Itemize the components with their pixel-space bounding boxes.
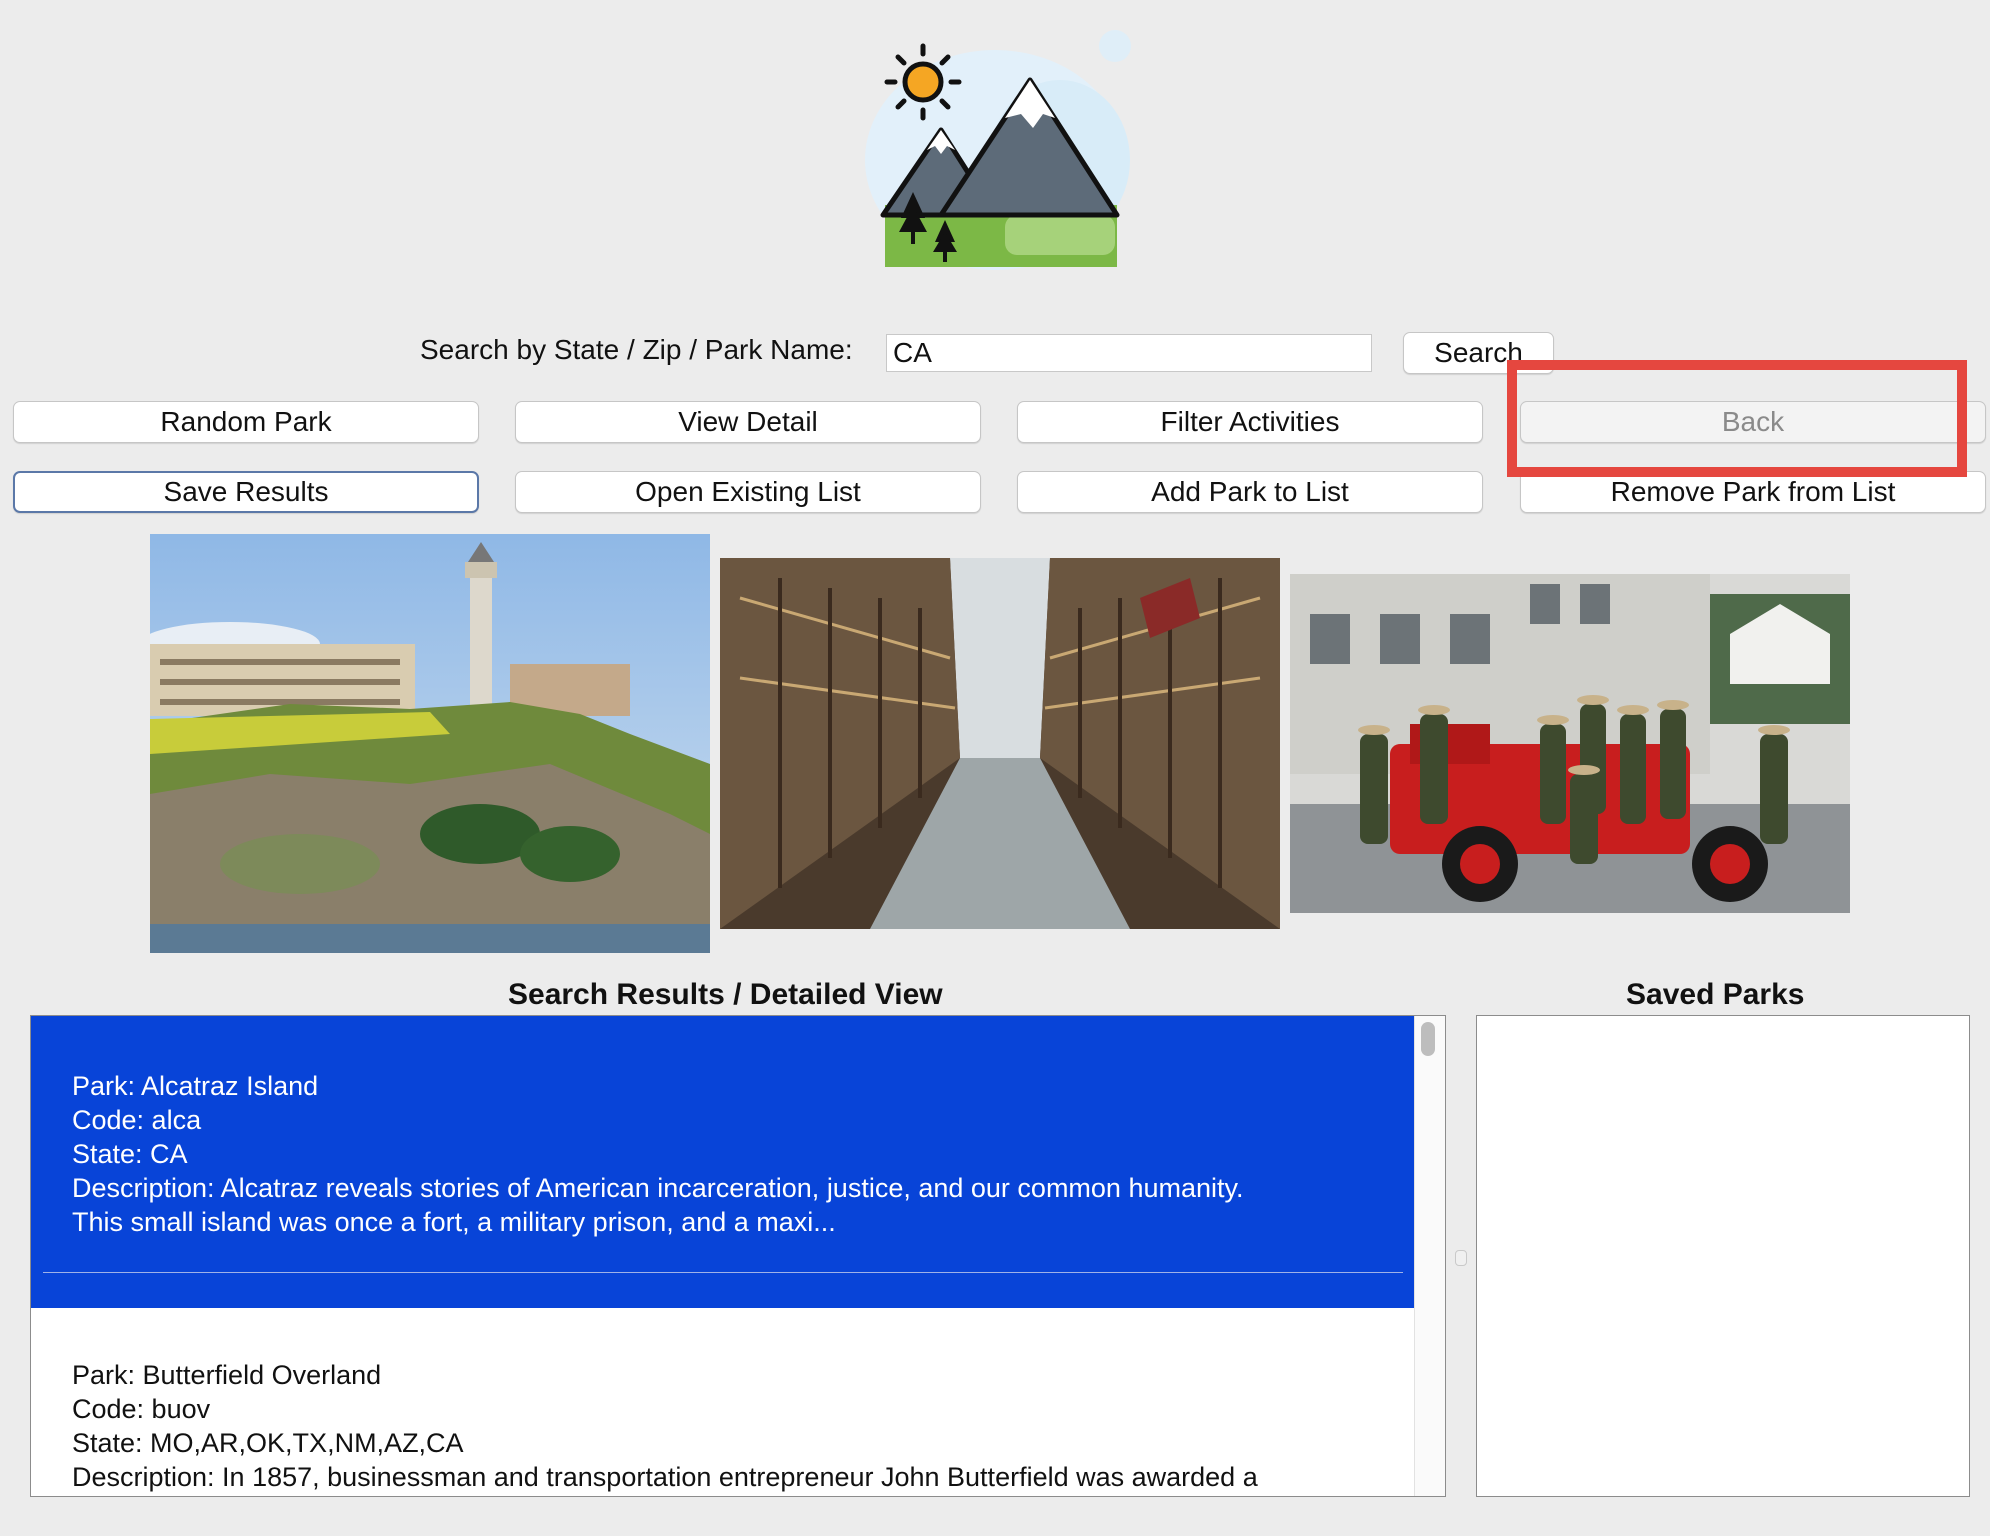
- saved-parks-list[interactable]: [1476, 1015, 1970, 1497]
- list-item[interactable]: Park: Butterfield Overland Code: buov St…: [31, 1308, 1415, 1496]
- view-detail-button[interactable]: View Detail: [515, 401, 981, 443]
- results-scroll-thumb[interactable]: [1421, 1022, 1435, 1056]
- search-button[interactable]: Search: [1403, 332, 1554, 374]
- item-divider: [43, 1272, 1403, 1273]
- search-results-list[interactable]: Park: Alcatraz Island Code: alca State: …: [30, 1015, 1446, 1497]
- open-existing-list-button[interactable]: Open Existing List: [515, 471, 981, 513]
- cellhouse-corridor-photo: [720, 558, 1280, 929]
- park-name: Park: Butterfield Overland: [72, 1360, 382, 1390]
- app-logo: [855, 30, 1145, 280]
- filter-activities-button[interactable]: Filter Activities: [1017, 401, 1483, 443]
- results-scrollbar[interactable]: [1414, 1016, 1445, 1496]
- search-input[interactable]: [886, 334, 1372, 372]
- saved-parks-heading: Saved Parks: [1626, 978, 1805, 1011]
- park-description-continued: This small island was once a fort, a mil…: [72, 1207, 836, 1237]
- park-code: Code: buov: [72, 1394, 211, 1424]
- random-park-button[interactable]: Random Park: [13, 401, 479, 443]
- back-button[interactable]: Back: [1520, 401, 1986, 443]
- park-description: Description: Alcatraz reveals stories of…: [72, 1173, 1244, 1203]
- rangers-fire-truck-photo: [1290, 574, 1850, 913]
- search-label: Search by State / Zip / Park Name:: [420, 334, 853, 365]
- park-description: Description: In 1857, businessman and tr…: [72, 1462, 1258, 1492]
- park-state: State: CA: [72, 1139, 188, 1169]
- results-heading: Search Results / Detailed View: [508, 978, 943, 1011]
- park-code: Code: alca: [72, 1105, 202, 1135]
- park-state: State: MO,AR,OK,TX,NM,AZ,CA: [72, 1428, 464, 1458]
- add-park-to-list-button[interactable]: Add Park to List: [1017, 471, 1483, 513]
- save-results-button[interactable]: Save Results: [13, 471, 479, 513]
- park-name: Park: Alcatraz Island: [72, 1071, 319, 1101]
- alcatraz-island-photo: [150, 534, 710, 953]
- list-item[interactable]: Park: Alcatraz Island Code: alca State: …: [31, 1016, 1415, 1308]
- pane-splitter-handle[interactable]: [1455, 1250, 1467, 1266]
- remove-park-from-list-button[interactable]: Remove Park from List: [1520, 471, 1986, 513]
